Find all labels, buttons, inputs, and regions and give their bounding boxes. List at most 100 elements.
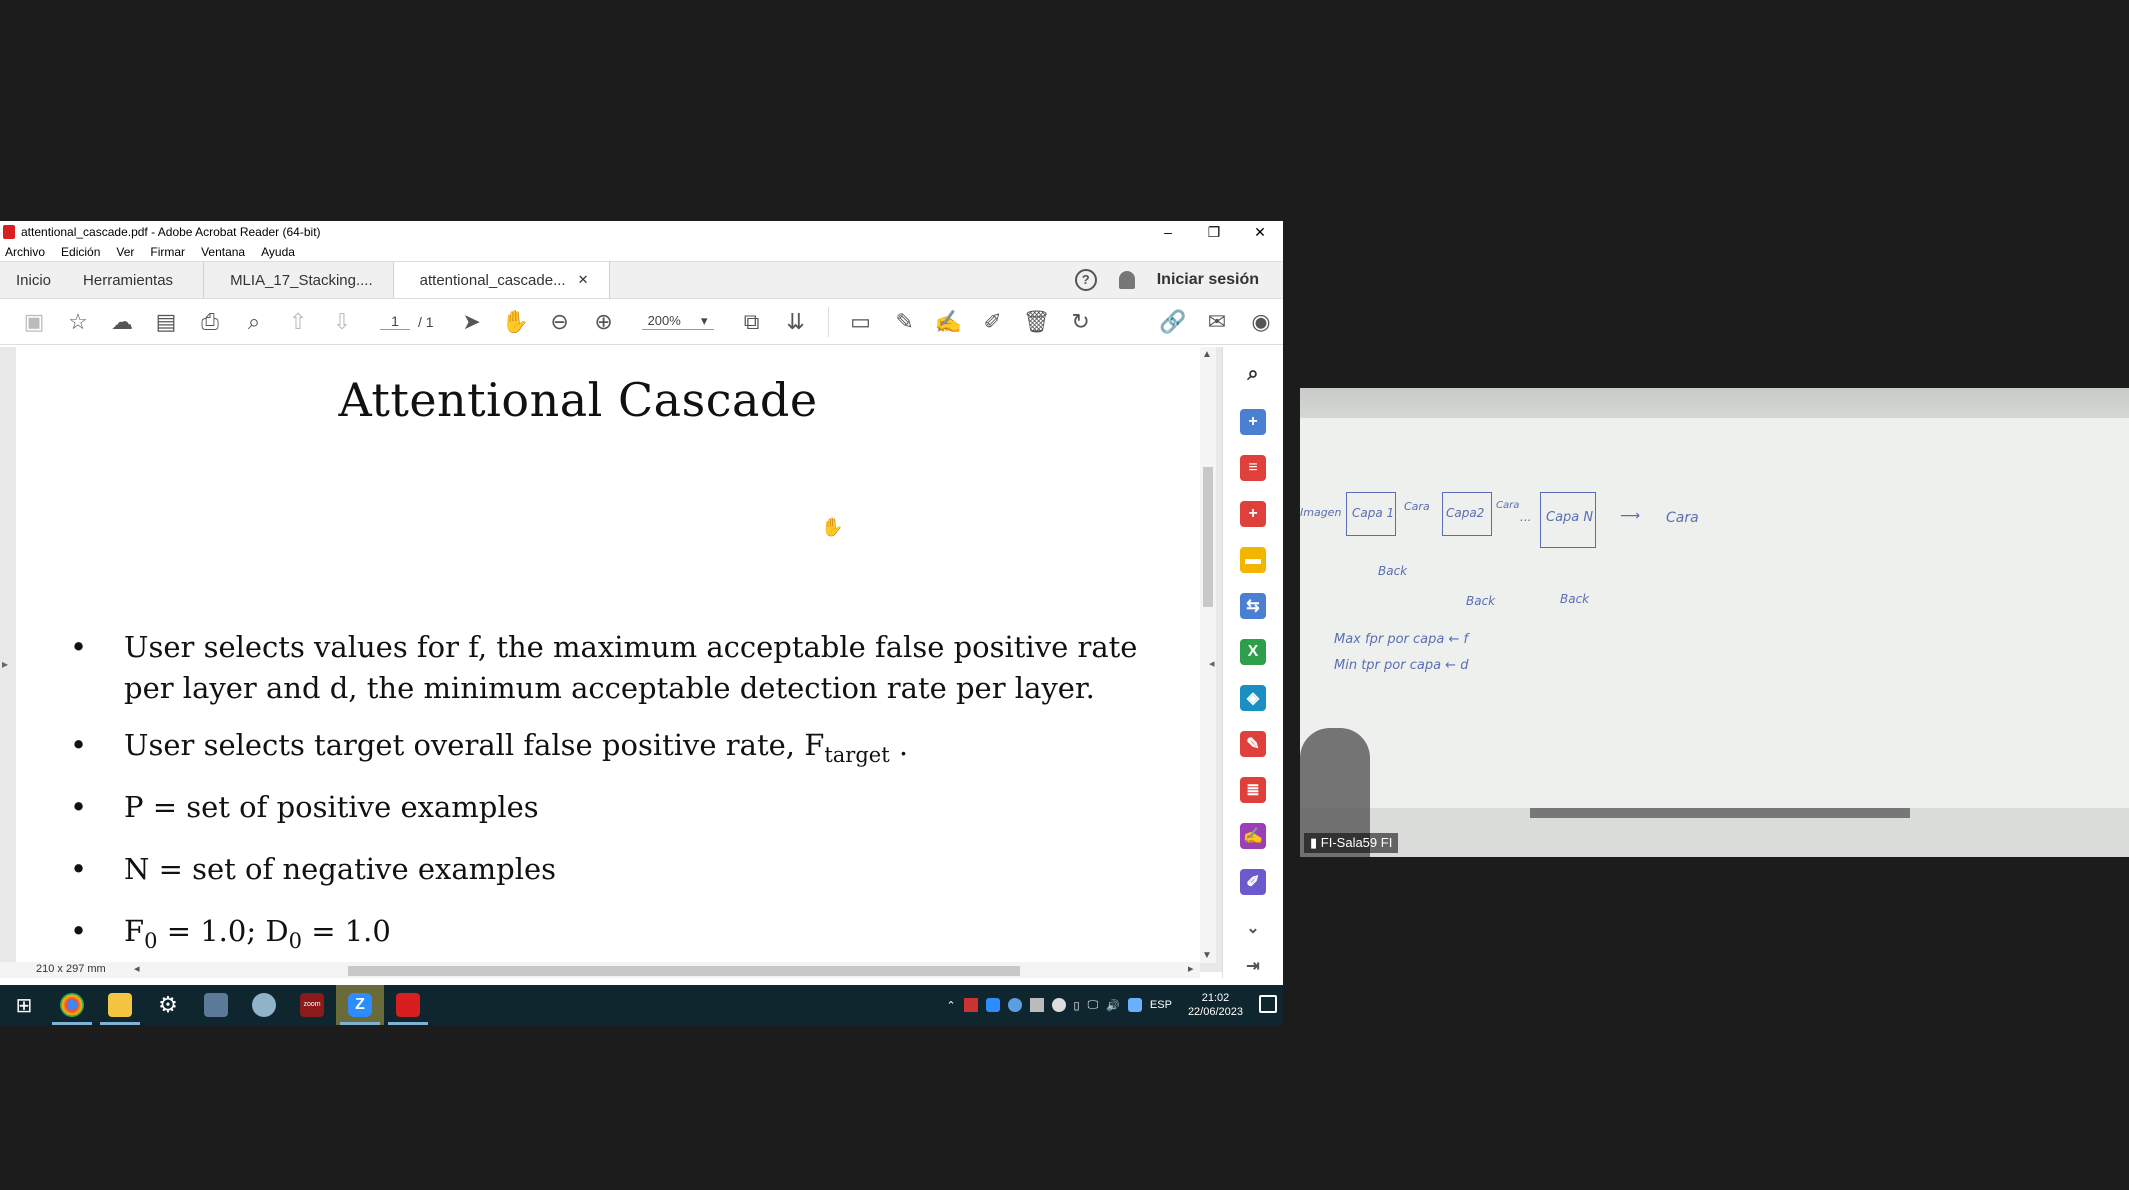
taskbar-zoom[interactable]: Z <box>336 985 384 1025</box>
close-button[interactable]: ✕ <box>1237 221 1283 243</box>
taskbar-acrobat[interactable] <box>384 985 432 1025</box>
create-pdf-icon[interactable]: + <box>1240 409 1266 435</box>
usb-icon[interactable]: ▯ <box>1074 999 1080 1012</box>
draw-sign-icon[interactable]: ✍ <box>927 305 971 339</box>
scroll-thumb[interactable] <box>348 966 1020 976</box>
bell-icon[interactable] <box>1118 271 1135 289</box>
tray-shield-icon[interactable] <box>1051 998 1066 1012</box>
bullet-dot: • <box>70 728 88 762</box>
share-link-icon[interactable]: 🔗 <box>1151 305 1195 339</box>
scroll-mode-icon[interactable]: ⇊ <box>774 305 818 339</box>
scroll-left-icon[interactable]: ◂ <box>134 962 140 975</box>
taskbar-settings[interactable]: ⚙ <box>144 985 192 1025</box>
network-icon[interactable]: 🖵 <box>1088 999 1099 1012</box>
comment-icon[interactable]: ▬ <box>1240 547 1266 573</box>
account-icon[interactable]: ◉ <box>1239 305 1283 339</box>
vertical-scrollbar[interactable]: ▲ ▼ <box>1200 347 1216 963</box>
acrobat-icon <box>396 993 420 1017</box>
wb-layer-n: Capa N <box>1546 510 1594 525</box>
email-icon[interactable]: ✉ <box>1195 305 1239 339</box>
rotate-icon[interactable]: ↻ <box>1059 305 1103 339</box>
zoom-out-icon[interactable]: ⊖ <box>538 305 582 339</box>
screen: attentional_cascade.pdf - Adobe Acrobat … <box>0 0 2129 1190</box>
protect-icon[interactable]: ✐ <box>1240 869 1266 895</box>
clock[interactable]: 21:02 22/06/2023 <box>1188 991 1243 1019</box>
scroll-thumb[interactable] <box>1203 467 1213 607</box>
scroll-up-icon[interactable]: ▲ <box>1202 349 1212 360</box>
tab-tools[interactable]: Herramientas <box>67 262 189 298</box>
taskbar-camera[interactable] <box>192 985 240 1025</box>
tray-zoom-icon[interactable] <box>985 998 1000 1012</box>
delete-icon[interactable]: 🗑 <box>1015 305 1059 339</box>
tab-doc-stacking[interactable]: MLIA_17_Stacking.... <box>203 262 393 298</box>
tab-home[interactable]: Inicio <box>0 262 67 298</box>
zoom-select[interactable]: 200% ▾ <box>641 313 714 330</box>
select-cursor-icon[interactable]: ➤ <box>450 305 494 339</box>
edit-pdf-icon[interactable]: ≣ <box>1240 777 1266 803</box>
tray-onedrive-icon[interactable] <box>1127 998 1142 1012</box>
prev-page-icon[interactable]: ⇧ <box>276 305 320 339</box>
enhance-scan-icon[interactable]: ◈ <box>1240 685 1266 711</box>
chevron-down-icon[interactable]: ⌄ <box>1240 915 1266 941</box>
start-button[interactable]: ⊞ <box>0 985 48 1025</box>
left-panel-toggle-icon[interactable]: ▸ <box>2 657 8 671</box>
menu-ver[interactable]: Ver <box>116 245 134 259</box>
excel-export-icon[interactable]: X <box>1240 639 1266 665</box>
file-search-icon[interactable]: ▤ <box>144 305 188 339</box>
search-icon[interactable]: ⌕ <box>1240 361 1266 387</box>
horizontal-scrollbar[interactable]: 210 x 297 mm ◂ ▸ <box>0 962 1200 978</box>
tray-app-icon[interactable] <box>963 998 978 1012</box>
volume-icon[interactable]: 🔊 <box>1106 999 1120 1012</box>
bookmark-star-icon[interactable]: ☆ <box>56 305 100 339</box>
request-signature-icon[interactable]: ✍ <box>1240 823 1266 849</box>
collapse-pane-icon[interactable]: ◂ <box>1209 657 1215 670</box>
export-pdf-icon[interactable]: + <box>1240 501 1266 527</box>
tab-doc-attentional[interactable]: attentional_cascade... ✕ <box>392 262 610 298</box>
taskbar-paint[interactable] <box>240 985 288 1025</box>
minimize-button[interactable]: – <box>1145 221 1191 243</box>
notification-icon[interactable] <box>1259 995 1277 1013</box>
zoom-in-icon[interactable]: ⊕ <box>582 305 626 339</box>
help-icon[interactable]: ? <box>1074 269 1097 291</box>
taskbar-file-explorer[interactable] <box>96 985 144 1025</box>
menu-ayuda[interactable]: Ayuda <box>261 245 295 259</box>
language-indicator[interactable]: ESP <box>1150 999 1172 1011</box>
highlight-pen-icon[interactable]: ✎ <box>883 305 927 339</box>
participant-name: ▮ FI-Sala59 FI <box>1304 833 1399 853</box>
page-number-input[interactable]: 1 <box>380 313 410 330</box>
chevron-up-icon[interactable]: ⌃ <box>946 999 955 1012</box>
restore-button[interactable]: ❐ <box>1191 221 1237 243</box>
wb-arrow-2: Cara <box>1496 500 1520 511</box>
wb-reject-2: Back <box>1466 594 1496 608</box>
combine-files-icon[interactable]: ⇆ <box>1240 593 1266 619</box>
taskbar-chrome[interactable] <box>48 985 96 1025</box>
bullet-3: • P = set of positive examples <box>70 787 1174 828</box>
fit-page-icon[interactable]: ⧉ <box>730 305 774 339</box>
scroll-right-icon[interactable]: ▸ <box>1188 962 1194 975</box>
menu-firmar[interactable]: Firmar <box>150 245 185 259</box>
upload-cloud-icon[interactable]: ☁ <box>100 305 144 339</box>
folder-icon <box>108 993 132 1017</box>
menu-ventana[interactable]: Ventana <box>201 245 245 259</box>
tray-tool-icon[interactable] <box>1029 998 1044 1012</box>
tray-cloud-icon[interactable] <box>1007 998 1022 1012</box>
signin-button[interactable]: Iniciar sesión <box>1157 271 1259 289</box>
comment-icon[interactable]: ▭ <box>839 305 883 339</box>
menu-edicion[interactable]: Edición <box>61 245 100 259</box>
fill-sign-icon[interactable]: ✎ <box>1240 731 1266 757</box>
next-page-icon[interactable]: ⇩ <box>320 305 364 339</box>
expand-pane-icon[interactable]: ⇥ <box>1240 953 1266 979</box>
hand-tool-icon[interactable]: ✋ <box>494 305 538 339</box>
save-icon[interactable]: ▣ <box>12 305 56 339</box>
print-icon[interactable]: ⎙ <box>188 305 232 339</box>
chrome-icon <box>60 993 84 1017</box>
wb-output: Cara <box>1666 510 1699 526</box>
organize-pages-icon[interactable]: ≡ <box>1240 455 1266 481</box>
search-zoom-icon[interactable]: ⌕ <box>232 305 276 339</box>
wb-input: Imagen <box>1300 506 1342 519</box>
menu-archivo[interactable]: Archivo <box>5 245 45 259</box>
taskbar-zoom-meetings[interactable]: zoom <box>288 985 336 1025</box>
scroll-down-icon[interactable]: ▼ <box>1202 950 1212 961</box>
edit-text-icon[interactable]: ✐ <box>971 305 1015 339</box>
close-tab-icon[interactable]: ✕ <box>578 272 589 288</box>
